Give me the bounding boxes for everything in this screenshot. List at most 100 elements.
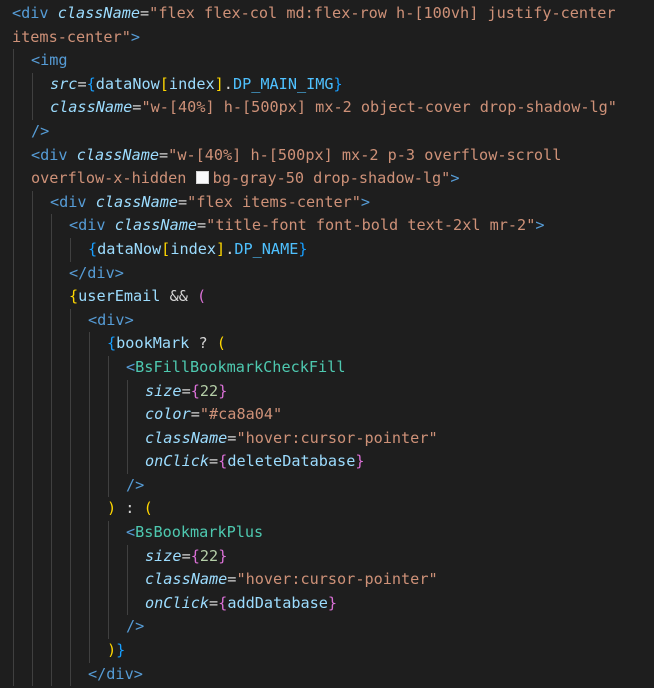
indent-guide (32, 662, 33, 687)
indent-guide (89, 379, 90, 404)
indent-guide (13, 285, 14, 309)
indent-guide (89, 639, 90, 663)
indent-guide (13, 568, 14, 592)
code-token: 22 (199, 381, 219, 400)
code-token: = (209, 452, 219, 471)
code-token: bg-gray-50 drop-shadow-lg" (212, 169, 451, 188)
code-text: <div className="title-font font-bold tex… (69, 214, 545, 238)
code-token: index (170, 239, 217, 258)
indent-guide (89, 544, 90, 569)
code-token: = (190, 405, 200, 424)
indent-guide (70, 379, 71, 404)
code-token: dataNow (95, 74, 160, 93)
indent-guide (32, 72, 33, 97)
code-token: : (116, 499, 144, 518)
indent-guide (13, 332, 14, 356)
indent-guide (51, 497, 52, 522)
code-token: items-center" (12, 27, 131, 46)
indent-guide (51, 639, 52, 663)
indent-guide (89, 497, 90, 522)
code-text: items-center"> (12, 26, 140, 50)
indent-guide (51, 521, 52, 545)
indent-guide (13, 426, 14, 451)
indent-guide (32, 190, 33, 215)
indent-guide (127, 544, 128, 569)
code-token: <img (31, 51, 68, 70)
code-text: className="hover:cursor-pointer" (145, 568, 438, 592)
indent-guide (51, 615, 52, 640)
code-text: </div> (69, 262, 124, 286)
code-text: <BsBookmarkPlus (126, 521, 263, 545)
color-swatch-icon[interactable] (195, 171, 209, 185)
indent-guide (70, 662, 71, 687)
code-text: size={22} (145, 380, 227, 404)
indent-guide (89, 332, 90, 356)
indent-guide (13, 473, 14, 498)
code-text: <div> (88, 309, 134, 333)
code-token: ( (216, 334, 226, 353)
code-token: = (181, 546, 191, 565)
code-text: ) : ( (107, 497, 153, 521)
code-token: bookMark (116, 334, 190, 353)
indent-guide (51, 426, 52, 451)
code-text: /> (126, 474, 144, 498)
indent-guide (108, 450, 109, 474)
code-token: DP_NAME (234, 239, 299, 258)
code-text: onClick={deleteDatabase} (145, 450, 365, 474)
code-token: 22 (199, 546, 219, 565)
indent-guide (13, 237, 14, 262)
code-token: "title-font font-bold text-2xl mr-2" (206, 216, 536, 235)
indent-guide (70, 450, 71, 474)
indent-guide (13, 591, 14, 616)
indent-guide (89, 426, 90, 451)
code-text: </div> (88, 663, 143, 687)
indent-guide (127, 450, 128, 474)
indent-guide (51, 355, 52, 380)
code-text: )} (107, 639, 125, 663)
code-text: onClick={addDatabase} (145, 592, 337, 616)
code-token: } (298, 239, 308, 258)
code-token: "hover:cursor-pointer" (236, 428, 438, 447)
code-token: ? (189, 334, 217, 353)
indent-guide (70, 639, 71, 663)
code-text: {bookMark ? ( (107, 332, 226, 356)
code-token: } (218, 381, 228, 400)
indent-guide (13, 355, 14, 380)
indent-guide (13, 72, 14, 97)
indent-guide (70, 615, 71, 640)
code-token: { (190, 546, 200, 565)
code-token: { (107, 334, 117, 353)
code-token: <div (12, 4, 58, 22)
indent-guide (13, 379, 14, 404)
indent-guide (32, 639, 33, 663)
indent-guide (108, 544, 109, 569)
indent-guide (70, 568, 71, 592)
code-token: ] (216, 239, 226, 258)
indent-guide (89, 473, 90, 498)
code-token: > (535, 216, 545, 235)
indent-guide (70, 521, 71, 545)
indent-guide (13, 615, 14, 640)
code-token: "flex items-center" (187, 192, 361, 211)
indent-guide (51, 237, 52, 262)
code-editor[interactable]: <div className="flex flex-col md:flex-ro… (0, 0, 654, 688)
code-token: dataNow (97, 239, 162, 258)
code-token: > (130, 27, 141, 46)
code-token: } (327, 593, 338, 612)
code-token: /> (126, 475, 145, 494)
indent-guide (32, 591, 33, 616)
code-token: <div (69, 216, 115, 235)
code-text: color="#ca8a04" (145, 403, 282, 427)
indent-guide (13, 119, 14, 144)
indent-guide (32, 332, 33, 356)
code-token: <div> (88, 310, 134, 329)
indent-guide (51, 214, 52, 238)
code-token: { (218, 452, 228, 471)
code-text: overflow-x-hidden bg-gray-50 drop-shadow… (31, 167, 460, 191)
indent-guide (32, 568, 33, 592)
code-token: } (355, 452, 365, 471)
code-token: "w-[40%] h-[500px] mx-2 p-3 overflow-scr… (168, 145, 562, 164)
code-token: className (57, 4, 141, 22)
indent-guide (13, 96, 14, 120)
indent-guide (108, 379, 109, 404)
